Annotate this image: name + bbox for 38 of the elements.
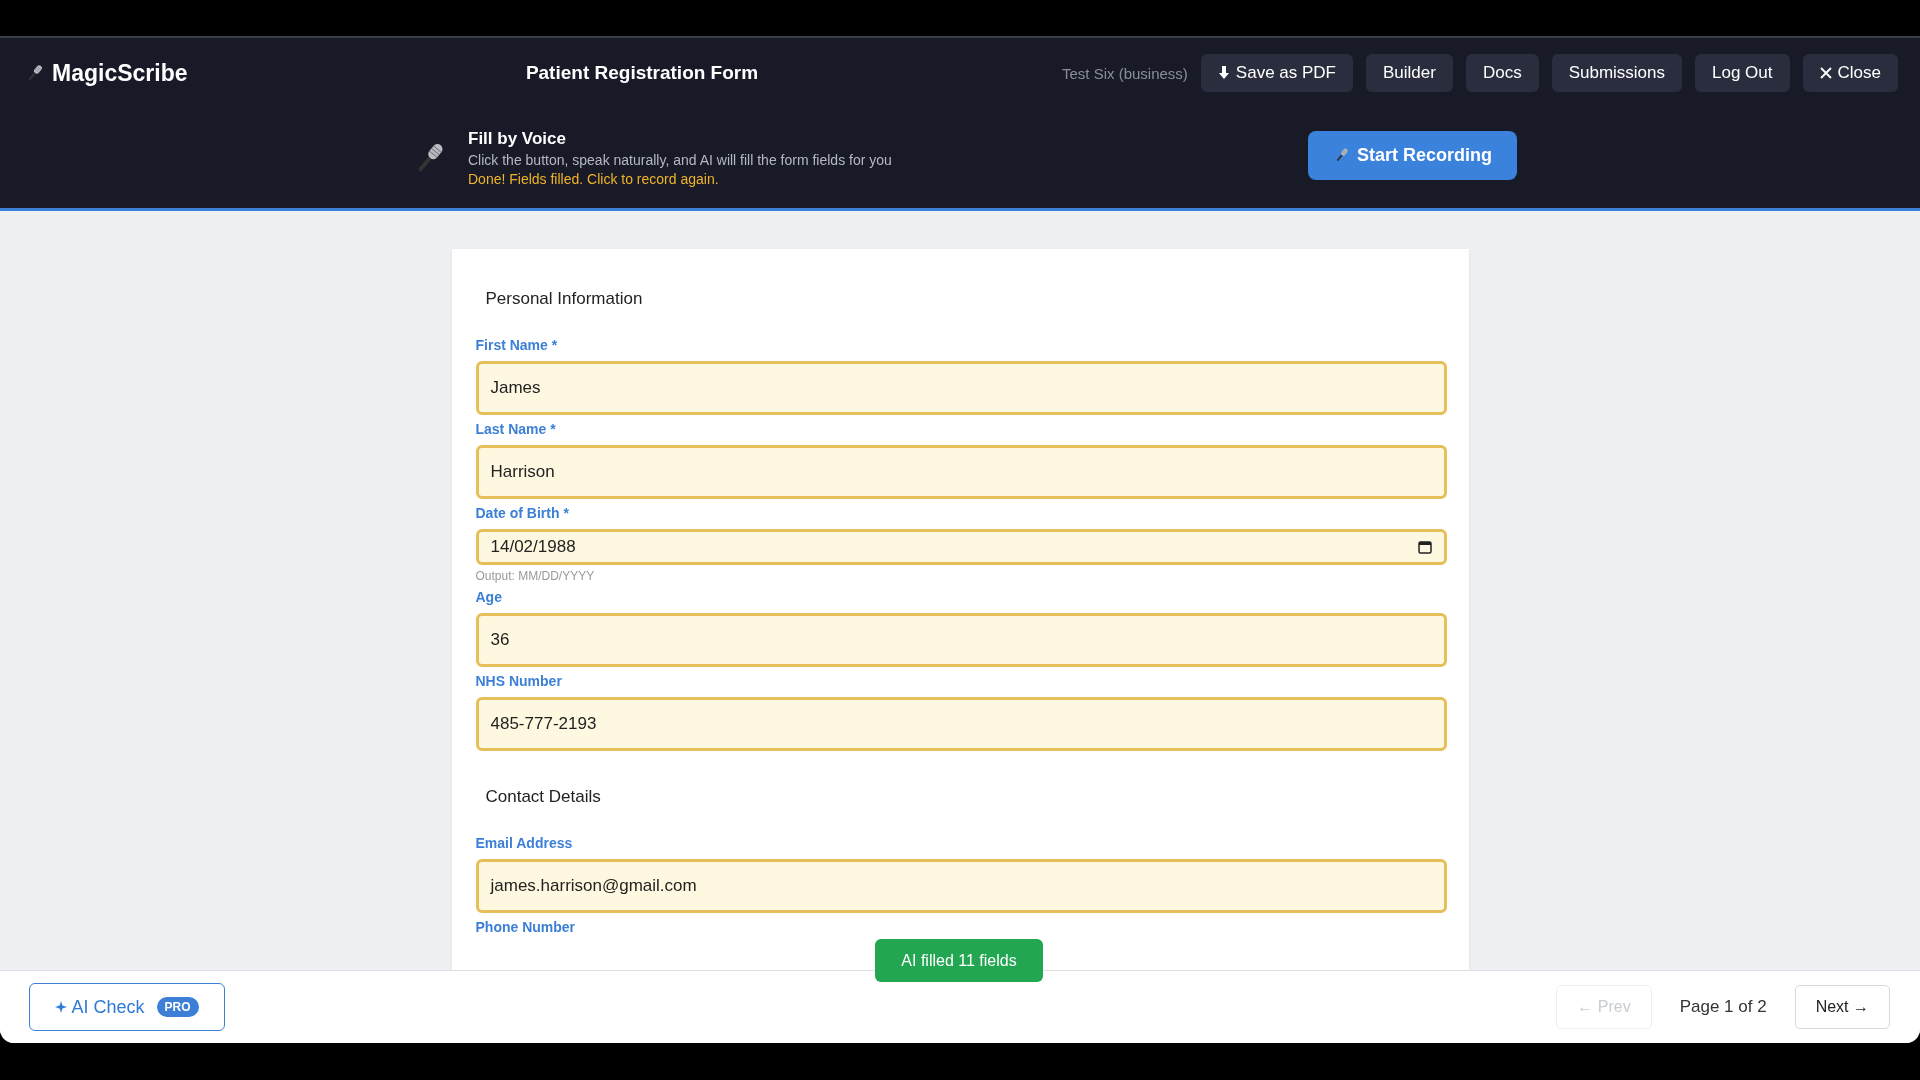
voice-description: Click the button, speak naturally, and AI will fill the form fields for you — [468, 152, 893, 168]
field-label: Phone Number — [475, 919, 577, 935]
input-field[interactable]: 36 — [475, 613, 1447, 667]
status-message: Done! Fields filled. Click to record again. — [468, 171, 720, 187]
ai-check-button[interactable]: AI Check PRO — [29, 983, 225, 1031]
input-field[interactable]: 485-777-2193 — [475, 697, 1447, 751]
field-label: Last Name * — [475, 421, 557, 437]
field-label: Date of Birth * — [475, 505, 570, 521]
input-field[interactable]: james.harrison@gmail.com — [475, 859, 1447, 913]
nav-button[interactable]: Submissions — [1551, 54, 1683, 92]
nav-button[interactable]: Builder — [1366, 54, 1453, 92]
field-label: First Name * — [475, 337, 559, 353]
field-label: Age — [475, 589, 503, 605]
sparkle-icon — [55, 1001, 68, 1013]
nav-button[interactable]: Log Out — [1695, 54, 1790, 92]
field-label: Email Address — [475, 835, 574, 851]
section-title: Contact Details — [484, 786, 602, 808]
account-label: Test Six (business) — [1061, 64, 1188, 82]
helper-text: Output: MM/DD/YYYY — [475, 569, 596, 583]
calendar-icon[interactable] — [1417, 540, 1432, 554]
save-pdf-button[interactable]: Save as PDF — [1200, 54, 1353, 92]
close-icon — [1819, 67, 1832, 79]
download-icon — [1217, 66, 1230, 80]
date-field[interactable]: 14/02/1988 — [475, 529, 1447, 565]
field-label: NHS Number — [475, 673, 563, 689]
nav-button[interactable]: Docs — [1465, 54, 1539, 92]
toast-notification: AI filled 11 fields — [875, 939, 1043, 982]
app-logo[interactable]: MagicScribe — [52, 59, 188, 87]
form-title: Patient Registration Form — [524, 62, 760, 84]
page-indicator: Page 1 of 2 — [1679, 997, 1767, 1017]
input-field[interactable]: Harrison — [475, 445, 1447, 499]
pro-badge: PRO — [156, 997, 199, 1017]
voice-title: Fill by Voice — [468, 129, 567, 149]
start-recording-button[interactable]: Start Recording — [1308, 130, 1518, 180]
close-button[interactable]: Close — [1802, 54, 1898, 92]
next-button[interactable]: Next → — [1794, 985, 1890, 1029]
section-title: Personal Information — [484, 288, 644, 310]
input-field[interactable]: James — [475, 361, 1447, 415]
